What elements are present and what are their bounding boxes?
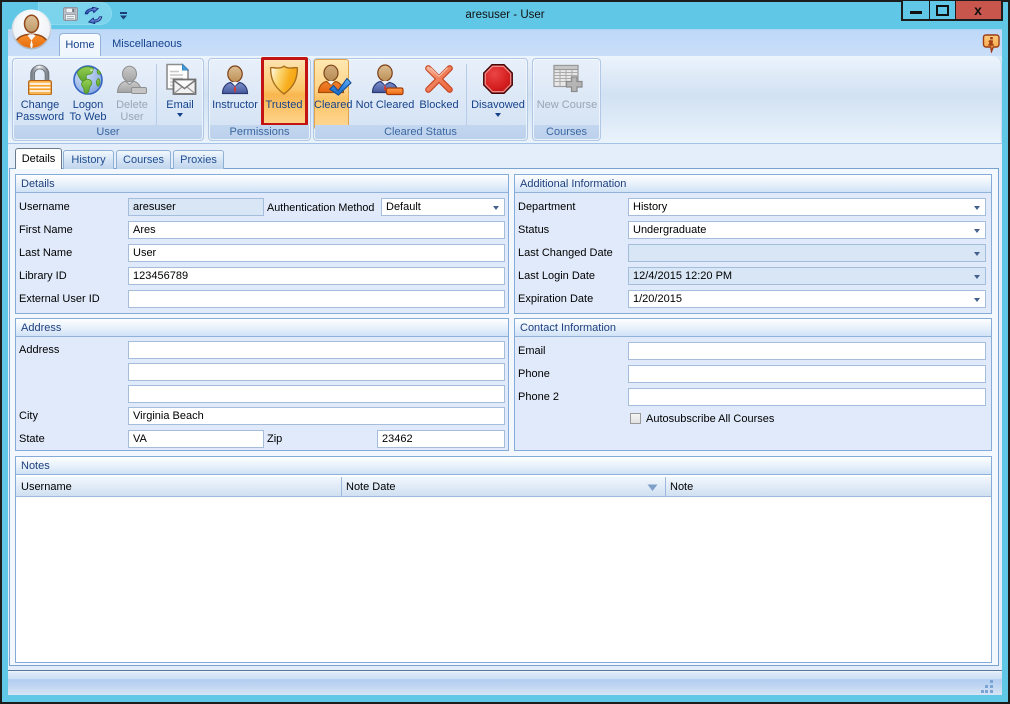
svg-text:x: x [974,2,982,18]
